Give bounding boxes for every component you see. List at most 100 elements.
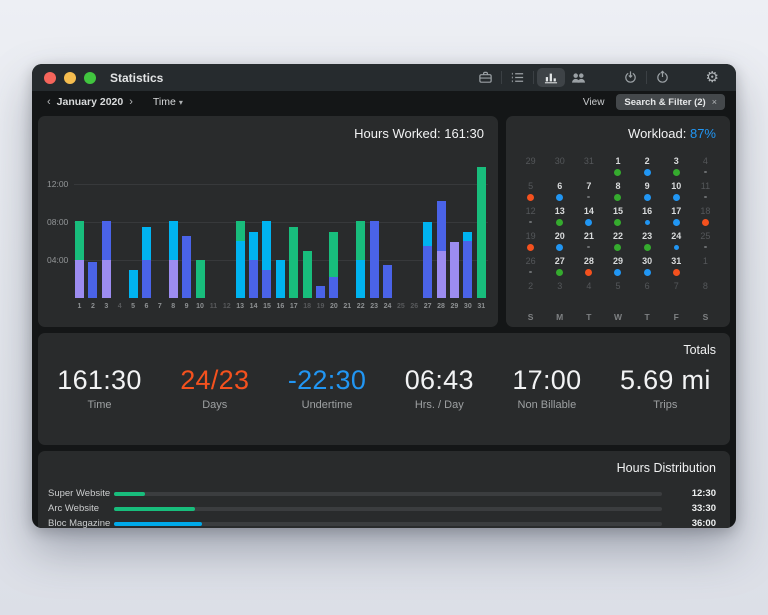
close-window-button[interactable]: [44, 72, 56, 84]
calendar-day[interactable]: 8: [691, 281, 720, 306]
calendar-day[interactable]: 16: [633, 206, 662, 231]
day-bar[interactable]: 5: [129, 136, 138, 298]
day-bar[interactable]: 13: [236, 136, 245, 298]
calendar-day[interactable]: 12: [516, 206, 545, 231]
prev-month-button[interactable]: ‹: [43, 96, 55, 108]
day-bar[interactable]: 1: [75, 136, 84, 298]
day-bar[interactable]: 8: [169, 136, 178, 298]
mode-label: Time: [153, 96, 176, 108]
calendar-day[interactable]: 20: [545, 231, 574, 256]
calendar-day[interactable]: 21: [574, 231, 603, 256]
calendar-day[interactable]: 1: [691, 256, 720, 281]
clock-in-icon[interactable]: [618, 68, 643, 87]
calendar-day[interactable]: 7: [574, 181, 603, 206]
calendar-day[interactable]: 15: [603, 206, 632, 231]
list-icon[interactable]: [505, 68, 530, 87]
distribution-row[interactable]: Super Website12:30: [48, 486, 716, 501]
clock-out-icon[interactable]: [650, 68, 675, 87]
calendar-day[interactable]: 27: [545, 256, 574, 281]
day-bar[interactable]: 30: [463, 136, 472, 298]
calendar-day[interactable]: 11: [691, 181, 720, 206]
day-bar[interactable]: 9: [182, 136, 191, 298]
calendar-day[interactable]: 26: [516, 256, 545, 281]
day-bar[interactable]: 25: [396, 136, 405, 298]
day-bar[interactable]: 29: [450, 136, 459, 298]
calendar-day[interactable]: 31: [574, 156, 603, 181]
view-button[interactable]: View: [583, 97, 605, 108]
day-bar[interactable]: 14: [249, 136, 258, 298]
calendar-day[interactable]: 31: [662, 256, 691, 281]
x-axis-label: 17: [290, 303, 298, 310]
day-bar[interactable]: 20: [329, 136, 338, 298]
calendar-day[interactable]: 23: [633, 231, 662, 256]
day-bar[interactable]: 15: [262, 136, 271, 298]
day-bar[interactable]: 26: [410, 136, 419, 298]
day-bar[interactable]: 24: [383, 136, 392, 298]
day-bar[interactable]: 3: [102, 136, 111, 298]
calendar-day[interactable]: 8: [603, 181, 632, 206]
calendar-day[interactable]: 2: [516, 281, 545, 306]
calendar-day[interactable]: 9: [633, 181, 662, 206]
day-bar[interactable]: 21: [343, 136, 352, 298]
calendar-day[interactable]: 30: [633, 256, 662, 281]
calendar-day[interactable]: 13: [545, 206, 574, 231]
calendar-day[interactable]: 25: [691, 231, 720, 256]
day-bar[interactable]: 6: [142, 136, 151, 298]
calendar-day[interactable]: 7: [662, 281, 691, 306]
calendar-day[interactable]: 14: [574, 206, 603, 231]
zoom-window-button[interactable]: [84, 72, 96, 84]
calendar-day[interactable]: 28: [574, 256, 603, 281]
period-label[interactable]: January 2020: [55, 96, 126, 108]
calendar-day[interactable]: 5: [516, 181, 545, 206]
day-bar[interactable]: 7: [155, 136, 164, 298]
mode-dropdown[interactable]: Time ▾: [153, 96, 183, 108]
calendar-day[interactable]: 4: [574, 281, 603, 306]
day-bar[interactable]: 11: [209, 136, 218, 298]
day-bar[interactable]: 27: [423, 136, 432, 298]
day-bar[interactable]: 16: [276, 136, 285, 298]
search-filter-button[interactable]: Search & Filter (2) ×: [616, 94, 725, 110]
day-bar[interactable]: 10: [196, 136, 205, 298]
calendar-day[interactable]: 1: [603, 156, 632, 181]
workload-dot: [529, 221, 532, 223]
calendar-day-number: 4: [691, 156, 720, 167]
day-bar[interactable]: 18: [303, 136, 312, 298]
calendar-day[interactable]: 22: [603, 231, 632, 256]
gear-icon[interactable]: ⚙: [701, 68, 724, 87]
calendar-day[interactable]: 6: [545, 181, 574, 206]
calendar-day[interactable]: 19: [516, 231, 545, 256]
day-bar[interactable]: 28: [437, 136, 446, 298]
day-bar[interactable]: 4: [115, 136, 124, 298]
minimize-window-button[interactable]: [64, 72, 76, 84]
calendar-day[interactable]: 18: [691, 206, 720, 231]
briefcase-icon[interactable]: [473, 68, 498, 87]
close-icon[interactable]: ×: [712, 97, 717, 107]
bar-chart-icon[interactable]: [537, 68, 565, 87]
day-bar[interactable]: 22: [356, 136, 365, 298]
calendar-day[interactable]: 2: [633, 156, 662, 181]
bar-segment: [236, 241, 245, 298]
calendar-day[interactable]: 17: [662, 206, 691, 231]
day-bar[interactable]: 23: [370, 136, 379, 298]
day-bar[interactable]: 17: [289, 136, 298, 298]
workload-dot: [704, 246, 707, 248]
day-bar[interactable]: 19: [316, 136, 325, 298]
calendar-day[interactable]: 4: [691, 156, 720, 181]
calendar-day[interactable]: 24: [662, 231, 691, 256]
calendar-day[interactable]: 5: [603, 281, 632, 306]
day-bar[interactable]: 2: [88, 136, 97, 298]
calendar-day[interactable]: 3: [662, 156, 691, 181]
calendar-day[interactable]: 29: [516, 156, 545, 181]
next-month-button[interactable]: ›: [125, 96, 137, 108]
day-bar[interactable]: 31: [477, 136, 486, 298]
calendar-day[interactable]: 30: [545, 156, 574, 181]
workload-dot: [644, 169, 651, 176]
day-bar[interactable]: 12: [222, 136, 231, 298]
calendar-day[interactable]: 3: [545, 281, 574, 306]
people-icon[interactable]: [565, 69, 592, 87]
calendar-day[interactable]: 10: [662, 181, 691, 206]
calendar-day[interactable]: 29: [603, 256, 632, 281]
distribution-row[interactable]: Arc Website33:30: [48, 501, 716, 516]
distribution-row[interactable]: Bloc Magazine36:00: [48, 516, 716, 528]
calendar-day[interactable]: 6: [633, 281, 662, 306]
